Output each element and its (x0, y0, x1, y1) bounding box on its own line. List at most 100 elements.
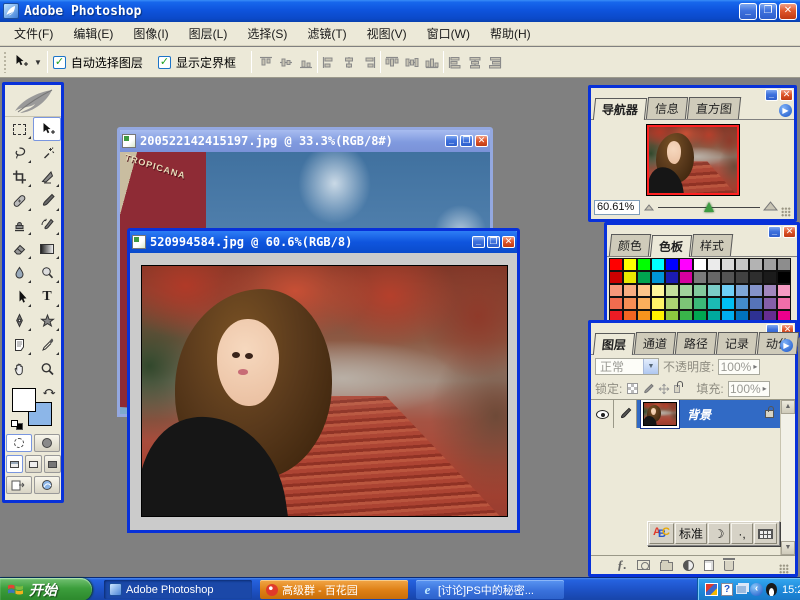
layers-tab-0[interactable]: 图层 (593, 333, 635, 355)
navigator-zoom-slider[interactable] (658, 202, 760, 213)
doc2-maximize-button[interactable]: ❐ (487, 236, 500, 248)
layer-thumbnail[interactable] (643, 402, 677, 426)
zoom-slider-thumb[interactable] (704, 202, 714, 212)
color-swatch[interactable] (763, 284, 777, 297)
lock-transparency-icon[interactable] (626, 383, 638, 395)
eraser-tool[interactable] (5, 237, 33, 261)
ime-input-method-icon[interactable]: ABC (649, 523, 674, 544)
menu-item-1[interactable]: 编辑(E) (63, 22, 123, 45)
app-minimize-button[interactable]: _ (739, 3, 757, 20)
magic-wand-tool[interactable] (33, 141, 61, 165)
color-swatch[interactable] (721, 258, 735, 271)
color-swatch[interactable] (707, 297, 721, 310)
menu-item-3[interactable]: 图层(L) (179, 22, 238, 45)
document-1-titlebar[interactable]: 200522142415197.jpg @ 33.3%(RGB/8#) _ ❐ … (120, 130, 490, 152)
rectangular-marquee-tool[interactable] (5, 117, 33, 141)
layer-visibility-toggle[interactable] (591, 400, 614, 428)
start-button[interactable]: 开始 (0, 578, 92, 600)
gradient-tool[interactable] (33, 237, 61, 261)
network-tray-icon[interactable] (736, 585, 747, 594)
fullscreen-with-menu-button[interactable] (25, 455, 42, 473)
color-swatch[interactable] (637, 258, 651, 271)
taskbar-task-2[interactable]: e[讨论]PS中的秘密... (416, 580, 564, 599)
menu-item-0[interactable]: 文件(F) (4, 22, 63, 45)
app-maximize-button[interactable]: ❐ (759, 3, 777, 20)
color-swatch[interactable] (637, 271, 651, 284)
color-swatch[interactable] (665, 284, 679, 297)
crop-tool[interactable] (5, 165, 33, 189)
dodge-tool[interactable] (33, 261, 61, 285)
ime-mode-button[interactable]: 标准 (675, 523, 707, 544)
healing-brush-tool[interactable] (5, 189, 33, 213)
ime-fullwidth-moon-icon[interactable]: ☽ (708, 523, 730, 544)
move-tool[interactable] (33, 117, 61, 141)
align-bottom-edges-button[interactable] (297, 54, 315, 70)
distribute-right-edges-button[interactable] (486, 54, 504, 70)
navigator-resize-grip[interactable] (781, 207, 791, 217)
color-swatch[interactable] (763, 258, 777, 271)
doc1-minimize-button[interactable]: _ (445, 135, 458, 147)
color-swatch[interactable] (735, 297, 749, 310)
color-swatch[interactable] (651, 284, 665, 297)
color-swatch[interactable] (707, 258, 721, 271)
color-swatch[interactable] (693, 258, 707, 271)
new-group-button[interactable] (660, 562, 673, 571)
new-layer-button[interactable] (704, 560, 714, 571)
align-top-edges-button[interactable] (257, 54, 275, 70)
menu-item-4[interactable]: 选择(S) (237, 22, 297, 45)
distribute-vertical-centers-button[interactable] (403, 54, 421, 70)
color-swatch[interactable] (777, 284, 791, 297)
layer-row-background[interactable]: 背景 (591, 400, 780, 428)
color-swatch[interactable] (721, 297, 735, 310)
color-swatch[interactable] (749, 271, 763, 284)
navigator-tab-2[interactable]: 直方图 (687, 97, 741, 119)
add-layer-style-button[interactable]: ƒ. (617, 560, 627, 570)
navigator-zoom-input[interactable]: 60.61% (594, 200, 640, 215)
layers-tab-2[interactable]: 路径 (675, 332, 717, 354)
color-swatch[interactable] (693, 297, 707, 310)
menu-item-6[interactable]: 视图(V) (357, 22, 417, 45)
color-swatch[interactable] (763, 297, 777, 310)
pen-tool[interactable] (5, 309, 33, 333)
swatches-tab-0[interactable]: 颜色 (609, 234, 651, 256)
navigator-tab-0[interactable]: 导航器 (593, 98, 647, 120)
standard-screen-mode-button[interactable] (6, 455, 23, 473)
fill-input[interactable]: 100%▸ (728, 381, 770, 397)
distribute-top-edges-button[interactable] (383, 54, 401, 70)
color-swatch[interactable] (693, 284, 707, 297)
zoom-tool[interactable] (33, 357, 61, 381)
help-tray-icon[interactable]: ? (721, 583, 733, 596)
color-swatch[interactable] (777, 297, 791, 310)
ime-punctuation-button[interactable]: ·, (731, 523, 753, 544)
new-adjustment-layer-button[interactable] (683, 560, 694, 571)
color-swatch[interactable] (623, 271, 637, 284)
color-swatch[interactable] (623, 297, 637, 310)
color-swatch[interactable] (665, 297, 679, 310)
align-horizontal-centers-button[interactable] (340, 54, 358, 70)
layers-tab-4[interactable]: 动作 (757, 332, 799, 354)
color-swatch[interactable] (651, 271, 665, 284)
layers-tab-1[interactable]: 通道 (634, 332, 676, 354)
notes-tool[interactable] (5, 333, 33, 357)
align-right-edges-button[interactable] (360, 54, 378, 70)
color-swatch[interactable] (651, 297, 665, 310)
clone-stamp-tool[interactable] (5, 213, 33, 237)
fullscreen-mode-button[interactable] (44, 455, 61, 473)
color-swatch[interactable] (749, 284, 763, 297)
swatches-minimize-button[interactable]: _ (768, 226, 781, 238)
foreground-color-swatch[interactable] (12, 388, 36, 412)
qq-messenger-tray-icon[interactable] (766, 583, 777, 596)
color-swatch[interactable] (721, 284, 735, 297)
doc1-close-button[interactable]: ✕ (475, 135, 488, 147)
menu-item-2[interactable]: 图像(I) (123, 22, 178, 45)
hand-tool[interactable] (5, 357, 33, 381)
color-swatch[interactable] (777, 258, 791, 271)
swap-colors-icon[interactable] (43, 385, 56, 400)
color-swatch[interactable] (735, 258, 749, 271)
lock-position-icon[interactable] (658, 383, 670, 395)
menu-item-8[interactable]: 帮助(H) (480, 22, 541, 45)
zoom-in-icon[interactable] (763, 200, 778, 215)
color-swatch[interactable] (679, 284, 693, 297)
distribute-left-edges-button[interactable] (446, 54, 464, 70)
document-2-canvas[interactable] (130, 253, 517, 530)
